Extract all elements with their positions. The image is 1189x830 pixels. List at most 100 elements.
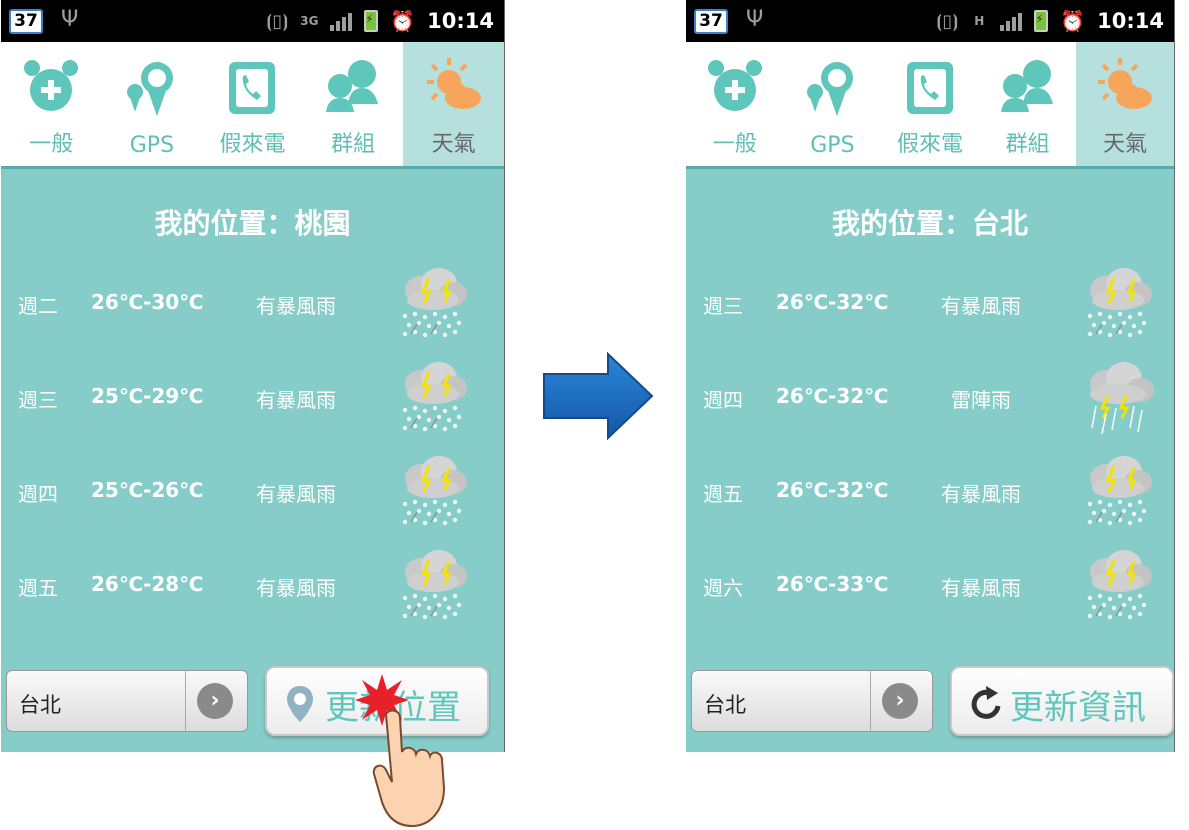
clock: 10:14: [427, 9, 494, 33]
forecast-condition: 有暴風雨: [256, 576, 336, 600]
tab-general[interactable]: 一般: [1, 42, 102, 166]
tab-group[interactable]: 群組: [979, 42, 1077, 166]
thunderstorm-icon: [1086, 266, 1154, 339]
forecast-condition: 有暴風雨: [256, 482, 336, 506]
forecast-temp: 26℃-33℃: [776, 572, 889, 596]
divider: [870, 671, 871, 731]
tab-label: 天氣: [431, 132, 476, 157]
divider: [185, 671, 186, 731]
battery-charging-icon: [1034, 10, 1049, 32]
people-icon: [1000, 60, 1053, 112]
location-title: 我的位置：台北: [831, 207, 1028, 240]
notification-badge: 37: [9, 9, 43, 34]
chevron-right-icon[interactable]: ›: [197, 683, 233, 719]
tab-label: 假來電: [896, 132, 963, 157]
chevron-right-icon[interactable]: ›: [882, 683, 918, 719]
tab-label: 群組: [1005, 132, 1050, 157]
forecast-row: 週三 26℃-32℃ 有暴風雨: [686, 262, 1174, 342]
tab-bar: 一般 GPS 假來電 群組 天氣: [686, 42, 1174, 169]
city-select-value: 台北: [19, 693, 61, 717]
tab-label: 一般: [712, 132, 757, 157]
vibrate-icon: ⦗▯⦘: [266, 10, 289, 32]
map-pin-alarm-icon: [126, 62, 173, 116]
forecast-day: 週六: [703, 576, 743, 600]
forecast-row: 週四 25℃-26℃ 有暴風雨: [1, 450, 504, 530]
forecast-row: 週四 26℃-32℃ 雷陣雨: [686, 356, 1174, 436]
forecast-temp: 25℃-26℃: [91, 478, 204, 502]
status-bar: 37 Ψ ⦗▯⦘ 3G ⏰ 10:14: [1, 0, 504, 42]
alarm-icon: ⏰: [390, 9, 416, 33]
city-select[interactable]: 台北 ›: [691, 670, 933, 732]
usb-icon: Ψ: [746, 7, 764, 32]
tab-gps[interactable]: GPS: [784, 42, 882, 166]
map-pin-alarm-icon: [807, 62, 854, 116]
forecast-condition: 有暴風雨: [256, 388, 336, 412]
city-select-value: 台北: [704, 693, 746, 717]
forecast-temp: 26℃-28℃: [91, 572, 204, 596]
city-select[interactable]: 台北 ›: [6, 670, 248, 732]
forecast-temp: 26℃-30℃: [91, 290, 204, 314]
forecast-day: 週四: [18, 482, 58, 506]
signal-icon: [330, 11, 353, 31]
tab-label: 天氣: [1103, 132, 1148, 157]
forecast-condition: 雷陣雨: [951, 388, 1011, 412]
tab-general[interactable]: 一般: [686, 42, 784, 166]
tab-weather[interactable]: 天氣: [1076, 42, 1174, 166]
tab-label: GPS: [810, 133, 855, 158]
network-type-icon: H: [974, 14, 985, 28]
phone-screen-after: 37 Ψ ⦗▯⦘ H ⏰ 10:14 一般 GPS: [686, 0, 1175, 752]
people-icon: [326, 60, 379, 112]
forecast-condition: 有暴風雨: [941, 294, 1021, 318]
thunderstorm-icon: [401, 266, 469, 339]
update-info-label: 更新資訊: [1010, 688, 1146, 728]
thunderstorm-icon: [401, 454, 469, 527]
battery-charging-icon: [364, 10, 379, 32]
forecast-day: 週二: [18, 294, 58, 318]
forecast-temp: 26℃-32℃: [776, 290, 889, 314]
tab-gps[interactable]: GPS: [102, 42, 203, 166]
vibrate-icon: ⦗▯⦘: [936, 10, 959, 32]
thunderstorm-icon: [401, 360, 469, 433]
forecast-temp: 26℃-32℃: [776, 478, 889, 502]
location-pin-icon: [287, 686, 313, 722]
weather-sun-cloud-icon: [426, 58, 481, 109]
forecast-day: 週五: [18, 576, 58, 600]
arrow-right-icon: [543, 352, 654, 440]
forecast-row: 週五 26℃-32℃ 有暴風雨: [686, 450, 1174, 530]
forecast-row: 週五 26℃-28℃ 有暴風雨: [1, 544, 504, 624]
notification-badge: 37: [694, 9, 728, 34]
forecast-condition: 有暴風雨: [941, 576, 1021, 600]
tab-label: 群組: [331, 132, 376, 157]
alarm-clock-icon: [707, 60, 762, 111]
tab-bar: 一般 GPS 假來電 群組 天氣: [1, 42, 504, 169]
forecast-day: 週三: [703, 294, 743, 318]
forecast-condition: 有暴風雨: [941, 482, 1021, 506]
network-type-icon: 3G: [300, 14, 319, 28]
status-bar: 37 Ψ ⦗▯⦘ H ⏰ 10:14: [686, 0, 1174, 42]
alarm-icon: ⏰: [1060, 9, 1086, 33]
phone-icon: [906, 62, 953, 114]
signal-icon: [1000, 11, 1023, 31]
thunderstorm-icon: [1086, 548, 1154, 621]
forecast-day: 週五: [703, 482, 743, 506]
tab-fake-call[interactable]: 假來電: [202, 42, 303, 166]
tab-weather[interactable]: 天氣: [403, 42, 504, 166]
update-info-button[interactable]: 更新資訊: [950, 666, 1174, 736]
thunder-shower-icon: [1088, 360, 1156, 436]
forecast-row: 週六 26℃-33℃ 有暴風雨: [686, 544, 1174, 624]
forecast-day: 週三: [18, 388, 58, 412]
tab-group[interactable]: 群組: [303, 42, 404, 166]
alarm-clock-icon: [24, 60, 79, 111]
tab-fake-call[interactable]: 假來電: [881, 42, 979, 166]
refresh-icon: [971, 686, 1001, 719]
usb-icon: Ψ: [61, 7, 79, 32]
forecast-day: 週四: [703, 388, 743, 412]
forecast-temp: 26℃-32℃: [776, 384, 889, 408]
tab-label: 一般: [29, 132, 74, 157]
tab-label: GPS: [129, 133, 175, 158]
clock: 10:14: [1097, 9, 1164, 33]
forecast-condition: 有暴風雨: [256, 294, 336, 318]
phone-screen-before: 37 Ψ ⦗▯⦘ 3G ⏰ 10:14 一般 GPS: [1, 0, 505, 752]
phone-icon: [229, 62, 276, 114]
weather-sun-cloud-icon: [1098, 58, 1153, 109]
